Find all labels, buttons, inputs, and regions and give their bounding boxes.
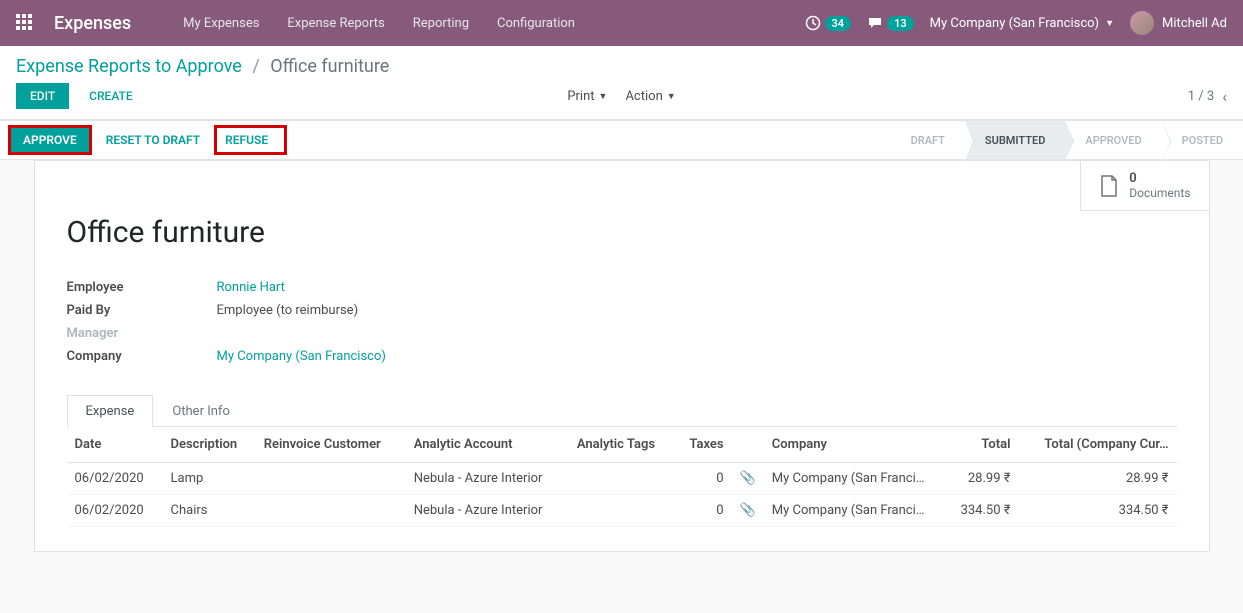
messages-button[interactable]: 13 — [867, 15, 914, 31]
breadcrumb-separator: / — [252, 56, 259, 77]
cell-analytic-tags — [569, 463, 675, 495]
document-icon — [1099, 174, 1119, 198]
cell-total: 28.99 ₹ — [944, 463, 1018, 495]
paidby-value: Employee (to reimburse) — [217, 303, 359, 318]
th-analytic-tags[interactable]: Analytic Tags — [569, 427, 675, 463]
breadcrumb-current: Office furniture — [270, 56, 389, 77]
caret-down-icon: ▼ — [1105, 18, 1114, 29]
th-total[interactable]: Total — [944, 427, 1018, 463]
cell-analytic-account: Nebula - Azure Interior — [406, 495, 569, 527]
employee-label: Employee — [67, 280, 217, 295]
refuse-button[interactable]: Refuse — [214, 125, 287, 155]
cell-description: Chairs — [163, 495, 256, 527]
company-value[interactable]: My Company (San Francisco) — [217, 349, 386, 364]
form-sheet: 0 Documents Office furniture Employee Ro… — [34, 160, 1210, 552]
th-description[interactable]: Description — [163, 427, 256, 463]
chat-icon — [867, 15, 883, 31]
cell-company: My Company (San Franci… — [764, 463, 944, 495]
nav-expense-reports[interactable]: Expense Reports — [275, 8, 396, 39]
stage-posted[interactable]: Posted — [1162, 121, 1243, 159]
cell-total: 334.50 ₹ — [944, 495, 1018, 527]
documents-count: 0 — [1129, 171, 1190, 186]
action-label: Action — [625, 89, 662, 104]
nav-configuration[interactable]: Configuration — [485, 8, 587, 39]
top-nav: Expenses My Expenses Expense Reports Rep… — [0, 0, 1243, 46]
table-row[interactable]: 06/02/2020Lamp Nebula - Azure Interior 0 📎 M… — [67, 463, 1177, 495]
activities-badge: 34 — [825, 16, 852, 31]
reset-to-draft-button[interactable]: Reset to Draft — [94, 128, 212, 152]
tab-other-info[interactable]: Other Info — [153, 395, 249, 427]
stage-draft[interactable]: Draft — [891, 121, 965, 159]
stage-approved[interactable]: Approved — [1065, 121, 1161, 159]
cell-reinvoice — [256, 463, 406, 495]
brand-title: Expenses — [54, 13, 131, 34]
activities-button[interactable]: 34 — [805, 15, 852, 31]
th-date[interactable]: Date — [67, 427, 163, 463]
status-stages: Draft Submitted Approved Posted — [891, 121, 1243, 159]
paperclip-icon: 📎 — [740, 471, 756, 486]
cell-taxes: 0 — [675, 463, 732, 495]
cell-attachment[interactable]: 📎 — [732, 495, 764, 527]
cell-attachment[interactable]: 📎 — [732, 463, 764, 495]
caret-down-icon: ▼ — [599, 91, 608, 102]
create-button[interactable]: Create — [75, 83, 146, 109]
pager-text: 1 / 3 — [1188, 89, 1214, 104]
cell-company: My Company (San Franci… — [764, 495, 944, 527]
cell-reinvoice — [256, 495, 406, 527]
th-reinvoice[interactable]: Reinvoice Customer — [256, 427, 406, 463]
breadcrumb: Expense Reports to Approve / Office furn… — [16, 56, 389, 77]
cell-analytic-account: Nebula - Azure Interior — [406, 463, 569, 495]
th-analytic-account[interactable]: Analytic Account — [406, 427, 569, 463]
company-selector[interactable]: My Company (San Francisco) ▼ — [930, 16, 1114, 31]
cell-total-company: 334.50 ₹ — [1018, 495, 1176, 527]
company-name: My Company (San Francisco) — [930, 16, 1099, 31]
avatar — [1130, 11, 1154, 35]
th-attachment — [732, 427, 764, 463]
action-dropdown[interactable]: Action ▼ — [625, 89, 675, 104]
breadcrumb-parent[interactable]: Expense Reports to Approve — [16, 56, 242, 77]
nav-my-expenses[interactable]: My Expenses — [171, 8, 271, 39]
manager-label: Manager — [67, 326, 217, 341]
cell-analytic-tags — [569, 495, 675, 527]
cell-taxes: 0 — [675, 495, 732, 527]
paperclip-icon: 📎 — [740, 503, 756, 518]
expense-lines-table: Date Description Reinvoice Customer Anal… — [67, 427, 1177, 527]
user-menu[interactable]: Mitchell Ad — [1130, 11, 1227, 35]
table-row[interactable]: 06/02/2020Chairs Nebula - Azure Interior 0… — [67, 495, 1177, 527]
nav-menu: My Expenses Expense Reports Reporting Co… — [171, 8, 587, 39]
cell-date: 06/02/2020 — [67, 463, 163, 495]
cell-date: 06/02/2020 — [67, 495, 163, 527]
apps-icon[interactable] — [16, 14, 34, 32]
user-name: Mitchell Ad — [1162, 16, 1227, 31]
messages-badge: 13 — [887, 16, 914, 31]
cell-description: Lamp — [163, 463, 256, 495]
clock-icon — [805, 15, 821, 31]
approve-button[interactable]: Approve — [8, 125, 92, 155]
stage-submitted[interactable]: Submitted — [965, 121, 1066, 159]
th-company[interactable]: Company — [764, 427, 944, 463]
tab-expense[interactable]: Expense — [67, 395, 154, 427]
cell-total-company: 28.99 ₹ — [1018, 463, 1176, 495]
control-panel: Expense Reports to Approve / Office furn… — [0, 46, 1243, 120]
company-label: Company — [67, 349, 217, 364]
th-total-company[interactable]: Total (Company Cur… — [1018, 427, 1176, 463]
employee-value[interactable]: Ronnie Hart — [217, 280, 285, 295]
pager-prev[interactable]: ‹ — [1222, 87, 1227, 106]
print-dropdown[interactable]: Print ▼ — [567, 89, 607, 104]
caret-down-icon: ▼ — [667, 91, 676, 102]
documents-label: Documents — [1129, 186, 1190, 200]
documents-button[interactable]: 0 Documents — [1080, 161, 1208, 211]
nav-reporting[interactable]: Reporting — [401, 8, 481, 39]
record-title: Office furniture — [67, 215, 1177, 250]
paidby-label: Paid By — [67, 303, 217, 318]
edit-button[interactable]: Edit — [16, 83, 69, 109]
pager: 1 / 3 ‹ — [1188, 87, 1227, 106]
th-taxes[interactable]: Taxes — [675, 427, 732, 463]
status-bar: Approve Reset to Draft Refuse Draft Subm… — [0, 120, 1243, 160]
print-label: Print — [567, 89, 594, 104]
tabs: Expense Other Info — [67, 394, 1177, 427]
